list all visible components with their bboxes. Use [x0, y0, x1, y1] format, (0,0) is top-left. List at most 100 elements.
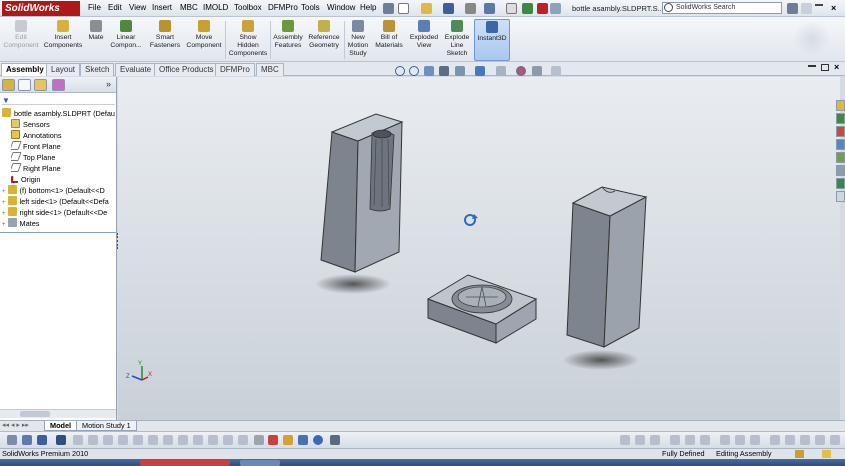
close-icon[interactable]: × [831, 3, 836, 13]
menu-help[interactable]: Help [360, 3, 376, 12]
taskbar-item[interactable] [240, 460, 280, 466]
menu-tools[interactable]: Tools [301, 3, 320, 12]
undo-icon[interactable] [484, 3, 495, 14]
tab-dfmpro[interactable]: DFMPro [215, 63, 255, 76]
left-side-part[interactable] [320, 113, 404, 273]
toolbar-icon[interactable] [650, 435, 660, 445]
assembly-features-button[interactable]: Assembly Features [272, 19, 304, 61]
scissors-icon[interactable] [268, 435, 278, 445]
tab-mbc[interactable]: MBC [256, 63, 284, 76]
edit-appearance-icon[interactable] [516, 66, 526, 76]
exploded-view-button[interactable]: Exploded View [408, 19, 440, 61]
scroll-thumb[interactable] [20, 411, 50, 417]
bill-of-materials-button[interactable]: Bill of Materials [373, 19, 405, 61]
configuration-manager-tab-icon[interactable] [34, 79, 47, 91]
custom-properties-tab-icon[interactable] [836, 178, 845, 189]
appearances-tab-icon[interactable] [836, 165, 845, 176]
tree-item-root[interactable]: bottle asambly.SLDPRT (Defau [2, 108, 115, 119]
info-icon[interactable] [313, 435, 323, 445]
tree-item-right-plane[interactable]: Right Plane [11, 163, 124, 174]
tree-item-sensors[interactable]: Sensors [11, 119, 124, 130]
save-icon[interactable] [443, 3, 454, 14]
doc-minimize-icon[interactable] [808, 65, 816, 67]
menu-imold[interactable]: IMOLD [203, 3, 228, 12]
section-view-icon[interactable] [439, 66, 449, 76]
toolbar-icon[interactable] [815, 435, 825, 445]
menu-dfmpro[interactable]: DFMPro [268, 3, 298, 12]
tab-motion-study-1[interactable]: Motion Study 1 [76, 421, 137, 431]
property-manager-tab-icon[interactable] [18, 79, 31, 91]
search-input[interactable]: SolidWorks Search [662, 2, 782, 14]
toolbar-icon[interactable] [620, 435, 630, 445]
tree-item-mates[interactable]: + Mates [2, 218, 115, 231]
menu-file[interactable]: File [88, 3, 101, 12]
horizontal-scrollbar[interactable] [0, 409, 116, 418]
toolbar-icon[interactable] [670, 435, 680, 445]
tree-filter[interactable]: ▼ [2, 96, 115, 105]
mate-button[interactable]: Mate [86, 19, 106, 61]
view-palette-tab-icon[interactable] [836, 152, 845, 163]
status-icon[interactable] [795, 450, 804, 458]
toolbar-icon[interactable] [163, 435, 173, 445]
doc-close-icon[interactable]: × [834, 62, 839, 72]
linear-component-pattern-button[interactable]: Linear Compon... [108, 19, 144, 61]
tab-layout[interactable]: Layout [46, 63, 81, 76]
toolbar-icon[interactable] [720, 435, 730, 445]
insert-components-button[interactable]: Insert Components [42, 19, 84, 61]
move-component-button[interactable]: Move Component [185, 19, 223, 61]
file-explorer-tab-icon[interactable] [836, 126, 845, 137]
explode-line-sketch-button[interactable]: Explode Line Sketch [442, 19, 472, 61]
view-settings-icon[interactable] [551, 66, 561, 76]
show-hidden-components-button[interactable]: Show Hidden Components [228, 19, 268, 61]
tab-assembly[interactable]: Assembly [1, 63, 49, 76]
toolbar-icon[interactable] [118, 435, 128, 445]
previous-view-icon[interactable] [424, 66, 434, 76]
toolbar-icon[interactable] [133, 435, 143, 445]
zoom-to-fit-icon[interactable] [395, 66, 405, 76]
hide-show-items-icon[interactable] [496, 66, 506, 76]
toolbar-icon[interactable] [700, 435, 710, 445]
apply-scene-icon[interactable] [532, 66, 542, 76]
solidworks-logo[interactable]: SolidWorks [2, 1, 80, 16]
forum-tab-icon[interactable] [836, 191, 845, 202]
open-folder-icon[interactable] [421, 3, 432, 14]
save-icon[interactable] [37, 435, 47, 445]
tab-model[interactable]: Model [44, 421, 78, 431]
rebuild-icon[interactable] [522, 3, 533, 14]
new-motion-study-button[interactable]: New Motion Study [346, 19, 370, 61]
traffic-light-icon[interactable] [537, 3, 548, 14]
panel-expand-icon[interactable]: » [106, 79, 111, 89]
pin-icon[interactable] [383, 3, 394, 14]
smart-fasteners-button[interactable]: Smart Fasteners [147, 19, 183, 61]
display-style-icon[interactable] [475, 66, 485, 76]
tree-item-front-plane[interactable]: Front Plane [11, 141, 124, 152]
instant3d-button[interactable]: Instant3D [474, 19, 510, 61]
toolbar-icon[interactable] [635, 435, 645, 445]
options-icon[interactable] [550, 3, 561, 14]
toolbar-icon[interactable] [88, 435, 98, 445]
bottom-part[interactable] [426, 274, 538, 344]
toolbar-icon[interactable] [735, 435, 745, 445]
toolbar-icon[interactable] [208, 435, 218, 445]
minimize-icon[interactable] [815, 4, 823, 6]
toolbar-icon[interactable] [800, 435, 810, 445]
toolbar-icon[interactable] [785, 435, 795, 445]
toolbar-icon[interactable] [7, 435, 17, 445]
menu-insert[interactable]: Insert [152, 3, 172, 12]
taskbar-item[interactable] [140, 460, 230, 466]
menu-mbc[interactable]: MBC [180, 3, 198, 12]
toolbar-icon[interactable] [750, 435, 760, 445]
tree-item-origin[interactable]: Origin [11, 174, 124, 185]
search-icon[interactable] [664, 3, 673, 12]
toolbar-icon[interactable] [330, 435, 340, 445]
toolbar-icon[interactable] [103, 435, 113, 445]
toolbar-icon[interactable] [283, 435, 293, 445]
toolbar-icon[interactable] [193, 435, 203, 445]
tree-item-annotations[interactable]: Annotations [11, 130, 124, 141]
help-icon[interactable] [801, 3, 812, 14]
dimxpert-tab-icon[interactable] [52, 79, 65, 91]
toolbar-icon[interactable] [254, 435, 264, 445]
toolbar-icon[interactable] [178, 435, 188, 445]
right-side-part[interactable] [566, 186, 648, 348]
toolbar-icon[interactable] [223, 435, 233, 445]
